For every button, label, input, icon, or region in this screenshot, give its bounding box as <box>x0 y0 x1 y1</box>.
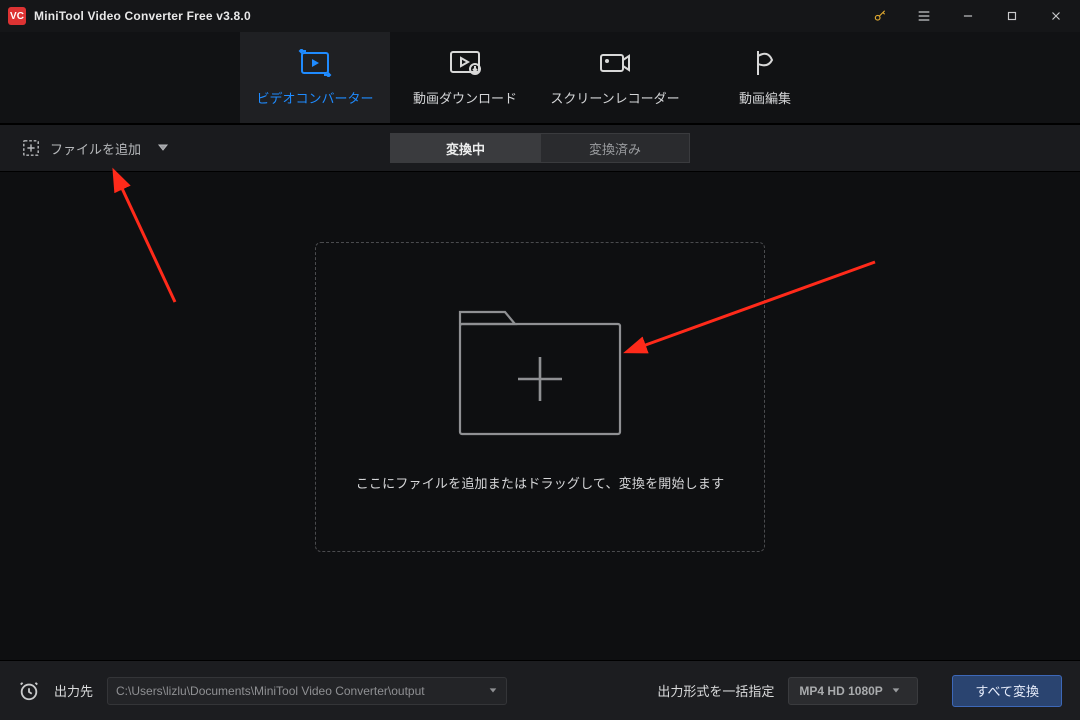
chevron-down-icon <box>891 684 901 698</box>
toolbar: ファイルを追加 変換中 変換済み <box>0 124 1080 172</box>
drop-hint-text: ここにファイルを追加またはドラッグして、変換を開始します <box>356 473 725 492</box>
output-path-dropdown[interactable]: C:\Users\lizlu\Documents\MiniTool Video … <box>107 677 507 705</box>
output-path-value: C:\Users\lizlu\Documents\MiniTool Video … <box>116 684 425 698</box>
tab-label: 動画編集 <box>739 88 791 107</box>
titlebar: VC MiniTool Video Converter Free v3.8.0 <box>0 0 1080 32</box>
tab-label: スクリーンレコーダー <box>550 88 679 107</box>
add-files-button[interactable]: ファイルを追加 <box>12 133 179 164</box>
status-segmented-control: 変換中 変換済み <box>390 133 690 163</box>
app-logo-icon: VC <box>8 7 26 25</box>
schedule-icon[interactable] <box>18 680 40 702</box>
bottom-bar: 出力先 C:\Users\lizlu\Documents\MiniTool Vi… <box>0 660 1080 720</box>
recorder-icon <box>598 48 632 78</box>
output-format-label: 出力形式を一括指定 <box>657 681 774 700</box>
tab-label: ビデオコンバーター <box>256 88 373 107</box>
main-tabs: ビデオコンバーター 動画ダウンロード スクリーンレコーダー <box>0 32 1080 124</box>
tab-video-converter[interactable]: ビデオコンバーター <box>240 32 390 123</box>
chevron-down-icon <box>157 141 169 156</box>
tab-screen-recorder[interactable]: スクリーンレコーダー <box>540 32 690 123</box>
tab-label: 動画ダウンロード <box>413 88 517 107</box>
upgrade-key-icon[interactable] <box>862 2 898 30</box>
window-minimize-button[interactable] <box>950 2 986 30</box>
tab-video-editor[interactable]: 動画編集 <box>690 32 840 123</box>
editor-icon <box>750 48 780 78</box>
download-icon <box>448 48 482 78</box>
folder-plus-icon <box>450 302 630 447</box>
app-window: VC MiniTool Video Converter Free v3.8.0 <box>0 0 1080 720</box>
output-format-value: MP4 HD 1080P <box>799 684 882 698</box>
output-path-label: 出力先 <box>54 681 93 700</box>
converter-icon <box>298 48 332 78</box>
seg-converted[interactable]: 変換済み <box>540 133 690 163</box>
tab-video-download[interactable]: 動画ダウンロード <box>390 32 540 123</box>
output-format-dropdown[interactable]: MP4 HD 1080P <box>788 677 918 705</box>
add-files-label: ファイルを追加 <box>50 139 141 158</box>
seg-converting[interactable]: 変換中 <box>390 133 540 163</box>
convert-all-button[interactable]: すべて変換 <box>952 675 1062 707</box>
hamburger-menu-icon[interactable] <box>906 2 942 30</box>
main-content-area: ここにファイルを追加またはドラッグして、変換を開始します <box>0 172 1080 660</box>
window-close-button[interactable] <box>1038 2 1074 30</box>
annotation-arrow-1 <box>100 172 220 337</box>
file-drop-zone[interactable]: ここにファイルを追加またはドラッグして、変換を開始します <box>315 242 765 552</box>
app-title: MiniTool Video Converter Free v3.8.0 <box>34 9 251 23</box>
chevron-down-icon <box>488 684 498 698</box>
window-maximize-button[interactable] <box>994 2 1030 30</box>
